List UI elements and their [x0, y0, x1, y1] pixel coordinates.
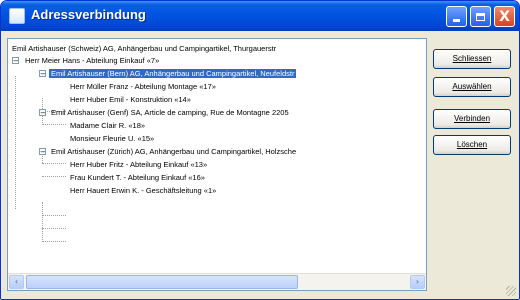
window-title: Adressverbindung [31, 7, 146, 22]
tree-connector-line [42, 241, 66, 242]
tree-item[interactable]: Herr Meier Hans - Abteilung Einkauf «7» [23, 54, 161, 67]
tree-item[interactable]: Herr Huber Fritz - Abteilung Einkauf «13… [68, 158, 209, 171]
close-icon: X [499, 8, 510, 25]
tree-item[interactable]: Emil Artishauser (Zürich) AG, Anhängerba… [49, 145, 298, 158]
minimize-icon [453, 19, 460, 22]
minimize-button[interactable] [446, 6, 467, 27]
title-bar[interactable]: Adressverbindung X [1, 1, 519, 31]
dialog-window: Adressverbindung X Emil Artishauser (Sch… [0, 0, 520, 300]
tree-item[interactable]: Monsieur Fleurie U. «15» [68, 132, 156, 145]
tree-connector-line [42, 176, 66, 177]
tree-connector-line [42, 228, 66, 229]
tree-item[interactable]: Herr Müller Franz - Abteilung Montage «1… [68, 80, 218, 93]
tree-item-selected[interactable]: Emil Artishauser (Bern) AG, Anhängerbau … [49, 67, 297, 80]
collapse-toggle[interactable]: − [39, 109, 46, 117]
scroll-left-button[interactable]: ‹ [9, 275, 24, 289]
tree-connector-line [42, 215, 66, 216]
connect-button[interactable]: Verbinden [433, 109, 511, 129]
tree-connector-line [42, 163, 66, 164]
collapse-toggle[interactable]: − [39, 70, 46, 78]
collapse-toggle[interactable]: − [39, 148, 46, 156]
tree-connector-line [15, 76, 16, 209]
tree-connector-line [42, 124, 66, 125]
tree-item[interactable]: Frau Kundert T. - Abteilung Einkauf «16» [68, 171, 207, 184]
select-button[interactable]: Auswählen [433, 77, 511, 97]
tree-item[interactable]: Madame Clair R. «18» [68, 119, 147, 132]
scroll-right-button[interactable]: › [410, 275, 425, 289]
app-icon [9, 8, 25, 24]
close-dialog-button[interactable]: Schliessen [433, 49, 511, 69]
tree-item[interactable]: Herr Hauert Erwin K. - Geschäftsleitung … [68, 184, 218, 197]
close-button[interactable]: X [494, 6, 515, 27]
tree-item[interactable]: Herr Huber Emil - Konstruktion «14» [68, 93, 193, 106]
maximize-icon [476, 12, 485, 21]
maximize-button[interactable] [470, 6, 491, 27]
delete-button[interactable]: Löschen [433, 135, 511, 155]
tree-item[interactable]: Emil Artishauser (Genf) SA, Article de c… [49, 106, 291, 119]
resize-grip[interactable] [506, 286, 516, 296]
collapse-toggle[interactable]: − [12, 57, 19, 65]
address-tree-view[interactable]: Emil Artishauser (Schweiz) AG, Anhängerb… [7, 38, 427, 291]
tree-connector-line [42, 202, 43, 242]
scroll-thumb[interactable] [26, 275, 298, 289]
horizontal-scrollbar[interactable]: ‹ › [8, 273, 426, 290]
